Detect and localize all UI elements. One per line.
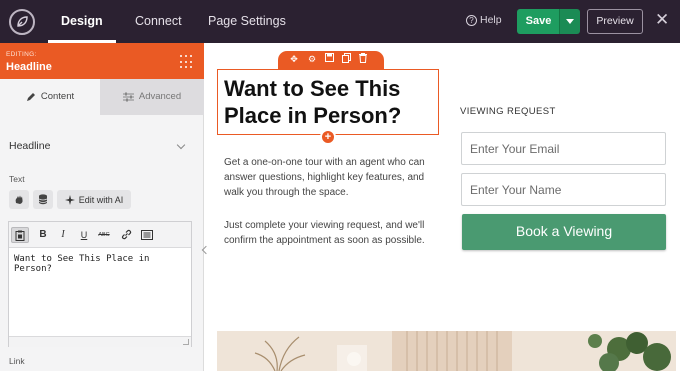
tab-connect[interactable]: Connect <box>135 0 182 43</box>
editing-label: EDITING: <box>6 51 37 58</box>
add-block-icon[interactable]: + <box>320 129 336 145</box>
save-dropdown-icon[interactable] <box>559 9 580 34</box>
underline-button[interactable]: U <box>78 227 90 243</box>
settings-gear-icon[interactable]: ⚙ <box>306 53 318 65</box>
edit-with-ai-label: Edit with AI <box>78 194 124 205</box>
email-placeholder: Enter Your Email <box>470 142 560 156</box>
tab-design[interactable]: Design <box>48 0 116 43</box>
tab-advanced-label: Advanced <box>138 91 182 102</box>
editor-content[interactable]: Want to See This Place in Person? <box>14 254 191 274</box>
section-headline-title[interactable]: Headline <box>9 140 50 152</box>
trash-icon[interactable] <box>357 53 369 65</box>
sparkle-icon <box>64 194 75 205</box>
database-icon[interactable] <box>33 190 53 209</box>
email-field[interactable]: Enter Your Email <box>461 132 666 165</box>
paste-icon[interactable] <box>11 227 29 243</box>
name-placeholder: Enter Your Name <box>470 183 562 197</box>
link-icon[interactable] <box>119 227 133 243</box>
edit-with-ai-button[interactable]: Edit with AI <box>57 190 131 209</box>
text-editor: B I U ABC Want to See This Place in Pers… <box>8 221 192 347</box>
tab-content[interactable]: Content <box>0 79 100 115</box>
toolbar-toggle-icon[interactable] <box>140 227 154 243</box>
page-headline[interactable]: Want to See This Place in Person? <box>224 75 434 129</box>
seedprod-logo-icon[interactable] <box>9 9 35 35</box>
editor-statusbar <box>9 336 191 347</box>
form-label: VIEWING REQUEST <box>460 106 556 117</box>
link-label: Link <box>9 356 25 366</box>
panel-tabs: Content Advanced <box>0 79 204 115</box>
top-bar: Design Connect Page Settings ? Help Save… <box>0 0 680 43</box>
save-button[interactable]: Save <box>517 9 560 34</box>
tab-content-label: Content <box>40 90 75 102</box>
intro-paragraph[interactable]: Get a one-on-one tour with an agent who … <box>224 155 439 200</box>
settings-panel: EDITING: Headline Content Advanced Headl… <box>0 43 204 371</box>
grid-menu-icon[interactable] <box>180 55 194 69</box>
sliders-icon <box>122 92 134 102</box>
tab-page-settings[interactable]: Page Settings <box>208 0 286 43</box>
help-link[interactable]: ? Help <box>466 14 502 26</box>
bold-button[interactable]: B <box>37 227 49 243</box>
italic-button[interactable]: I <box>57 227 69 243</box>
duplicate-icon[interactable] <box>340 53 352 65</box>
preview-button[interactable]: Preview <box>587 9 643 34</box>
close-icon[interactable]: ✕ <box>655 11 669 29</box>
editor-toolbar: B I U ABC <box>9 222 191 248</box>
strikethrough-button[interactable]: ABC <box>97 227 111 243</box>
text-label: Text <box>9 174 25 184</box>
help-label: Help <box>480 14 502 26</box>
interior-photo-image <box>217 331 676 371</box>
move-icon[interactable]: ✥ <box>288 53 300 65</box>
panel-header: EDITING: Headline <box>0 43 204 79</box>
name-field[interactable]: Enter Your Name <box>461 173 666 206</box>
book-viewing-button[interactable]: Book a Viewing <box>462 214 666 250</box>
interior-photo <box>217 331 676 371</box>
chevron-down-icon[interactable] <box>176 140 186 150</box>
help-icon: ? <box>466 14 477 26</box>
confirm-paragraph[interactable]: Just complete your viewing request, and … <box>224 218 439 248</box>
resize-handle-icon[interactable] <box>183 339 189 345</box>
editing-title: Headline <box>6 61 52 73</box>
collapse-panel-icon[interactable] <box>201 240 210 262</box>
pencil-icon <box>26 92 35 101</box>
block-toolbar: ✥ ⚙ <box>278 51 384 69</box>
tab-advanced[interactable]: Advanced <box>100 79 204 115</box>
save-block-icon[interactable] <box>323 53 335 65</box>
hand-sparkle-icon[interactable] <box>9 190 29 209</box>
